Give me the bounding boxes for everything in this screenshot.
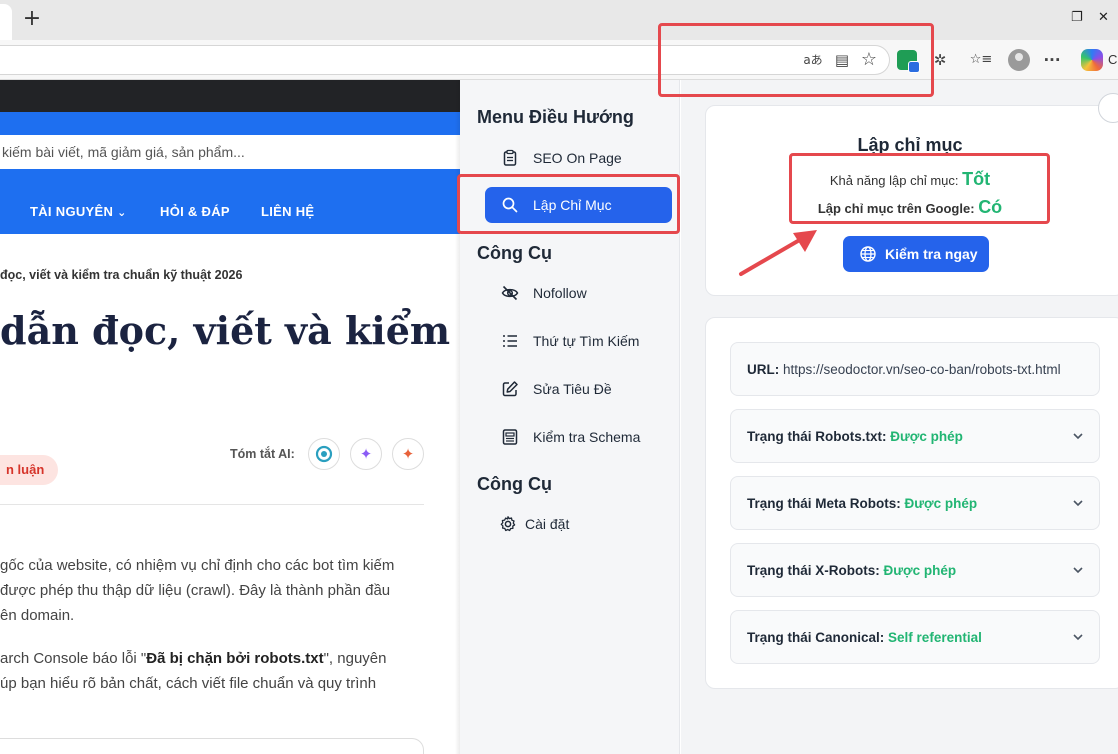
- check-now-label: Kiểm tra ngay: [885, 246, 978, 262]
- nav-lien-he[interactable]: LIÊN HỆ: [261, 204, 314, 219]
- menu-item-settings[interactable]: Cài đặt: [485, 506, 672, 542]
- site-nav: TÀI NGUYÊN ⌄ HỎI & ĐÁP LIÊN HỆ: [0, 190, 460, 234]
- row-label: Trạng thái Robots.txt:: [747, 429, 887, 444]
- robots-txt-row[interactable]: Trạng thái Robots.txt: Được phép: [730, 409, 1100, 463]
- menu-item-search-order[interactable]: Thứ tự Tìm Kiếm: [485, 323, 672, 359]
- copilot-icon[interactable]: [1081, 49, 1103, 71]
- site-top-bar: [0, 80, 460, 112]
- menu-item-label: Cài đặt: [525, 516, 570, 532]
- menu-item-edit-title[interactable]: Sửa Tiêu Đề: [485, 371, 672, 407]
- tab-strip: + ❐ ✕: [0, 0, 1118, 40]
- highlight-menu-box: [457, 174, 680, 234]
- menu-item-label: SEO On Page: [533, 150, 622, 166]
- nav-tai-nguyen[interactable]: TÀI NGUYÊN ⌄: [30, 204, 127, 219]
- highlight-toolbar-box: [658, 23, 934, 97]
- chevron-down-icon[interactable]: [1071, 630, 1085, 644]
- edit-icon: [502, 381, 518, 397]
- favorites-icon[interactable]: ☆≡: [968, 50, 994, 70]
- row-label: Trạng thái Meta Robots:: [747, 496, 901, 511]
- url-label: URL:: [747, 362, 780, 377]
- more-icon[interactable]: ···: [1042, 50, 1062, 70]
- para-text: arch Console báo lỗi ": [0, 650, 147, 667]
- row-value: Được phép: [890, 429, 963, 444]
- para-line: gốc của website, có nhiệm vụ chỉ định ch…: [0, 557, 395, 574]
- copilot-label[interactable]: C: [1108, 52, 1117, 67]
- nav-label: TÀI NGUYÊN: [30, 204, 114, 219]
- meta-robots-row[interactable]: Trạng thái Meta Robots: Được phép: [730, 476, 1100, 530]
- article-title: dẫn đọc, viết và kiểm: [0, 308, 451, 353]
- ai-claude-icon[interactable]: ✦: [392, 438, 424, 470]
- chevron-down-icon[interactable]: [1071, 429, 1085, 443]
- divider: [0, 504, 424, 505]
- menu-item-label: Nofollow: [533, 285, 587, 301]
- clipboard-icon: [503, 149, 517, 166]
- gear-icon: [500, 516, 516, 532]
- url-value: https://seodoctor.vn/seo-co-ban/robots-t…: [783, 362, 1061, 377]
- menu-item-label: Sửa Tiêu Đề: [533, 381, 612, 397]
- active-tab[interactable]: [0, 4, 12, 40]
- para-bold: Đã bị chặn bởi robots.txt: [146, 650, 324, 667]
- profile-icon[interactable]: [1008, 49, 1030, 71]
- web-page: kiếm bài viết, mã giảm giá, sản phẩm... …: [0, 80, 460, 754]
- row-label: Trạng thái X-Robots:: [747, 563, 880, 578]
- para-line: úp bạn hiểu rõ bản chất, cách viết file …: [0, 675, 377, 692]
- paragraph-1: gốc của website, có nhiệm vụ chỉ định ch…: [0, 553, 440, 628]
- menu-item-label: Thứ tự Tìm Kiếm: [533, 333, 640, 349]
- tools-heading-2: Công Cụ: [477, 474, 552, 494]
- content-card: [0, 738, 424, 754]
- para-text: ", nguyên: [323, 650, 387, 667]
- url-text: URL: https://seodoctor.vn/seo-co-ban/rob…: [747, 362, 1061, 377]
- eye-off-icon: [501, 285, 519, 301]
- site-search-input[interactable]: kiếm bài viết, mã giảm giá, sản phẩm...: [0, 135, 460, 169]
- browser-toolbar: aあ ▤ ☆ ✲ ☆≡ ···: [0, 40, 1118, 80]
- chevron-down-icon[interactable]: [1071, 496, 1085, 510]
- close-window-button[interactable]: ✕: [1098, 10, 1109, 25]
- highlight-stats-box: [789, 153, 1050, 224]
- menu-item-label: Kiểm tra Schema: [533, 429, 641, 445]
- ai-openai-icon[interactable]: [308, 438, 340, 470]
- ai-summary-label: Tóm tắt AI:: [230, 447, 295, 461]
- menu-heading: Menu Điều Hướng: [477, 107, 634, 127]
- para-line: arch Console báo lỗi "Đã bị chặn bởi rob…: [0, 646, 440, 671]
- nav-hoi-dap[interactable]: HỎI & ĐÁP: [160, 204, 230, 219]
- row-text: Trạng thái Canonical: Self referential: [747, 630, 982, 645]
- category-tag[interactable]: n luận: [0, 455, 59, 485]
- menu-item-check-schema[interactable]: Kiểm tra Schema: [485, 419, 672, 455]
- annotation-arrow: [739, 230, 817, 276]
- tools-heading: Công Cụ: [477, 243, 552, 263]
- new-tab-button[interactable]: +: [20, 8, 44, 32]
- menu-item-nofollow[interactable]: Nofollow: [485, 275, 672, 311]
- check-now-button[interactable]: Kiểm tra ngay: [843, 236, 989, 272]
- row-value: Self referential: [888, 630, 982, 645]
- row-text: Trạng thái Robots.txt: Được phép: [747, 429, 963, 444]
- row-text: Trạng thái Meta Robots: Được phép: [747, 496, 977, 511]
- x-robots-row[interactable]: Trạng thái X-Robots: Được phép: [730, 543, 1100, 597]
- breadcrumb: đọc, viết và kiểm tra chuẩn kỹ thuật 202…: [0, 268, 243, 282]
- para-line: ên domain.: [0, 607, 75, 624]
- row-value: Được phép: [904, 496, 978, 511]
- schema-icon: [502, 429, 518, 445]
- chevron-down-icon: ⌄: [117, 207, 127, 219]
- ai-gemini-icon[interactable]: ✦: [350, 438, 382, 470]
- paragraph-2: arch Console báo lỗi "Đã bị chặn bởi rob…: [0, 646, 440, 696]
- row-label: Trạng thái Canonical:: [747, 630, 885, 645]
- list-ordered-icon: [503, 335, 517, 347]
- chevron-down-icon[interactable]: [1071, 563, 1085, 577]
- row-value: Được phép: [883, 563, 957, 578]
- row-text: Trạng thái X-Robots: Được phép: [747, 563, 956, 578]
- url-row: URL: https://seodoctor.vn/seo-co-ban/rob…: [730, 342, 1100, 396]
- para-line: được phép thu thập dữ liệu (crawl). Đây …: [0, 582, 391, 599]
- canonical-row[interactable]: Trạng thái Canonical: Self referential: [730, 610, 1100, 664]
- globe-icon: [860, 246, 876, 262]
- details-card: URL: https://seodoctor.vn/seo-co-ban/rob…: [705, 317, 1118, 689]
- restore-window-button[interactable]: ❐: [1071, 10, 1083, 25]
- menu-item-seo-on-page[interactable]: SEO On Page: [485, 140, 672, 176]
